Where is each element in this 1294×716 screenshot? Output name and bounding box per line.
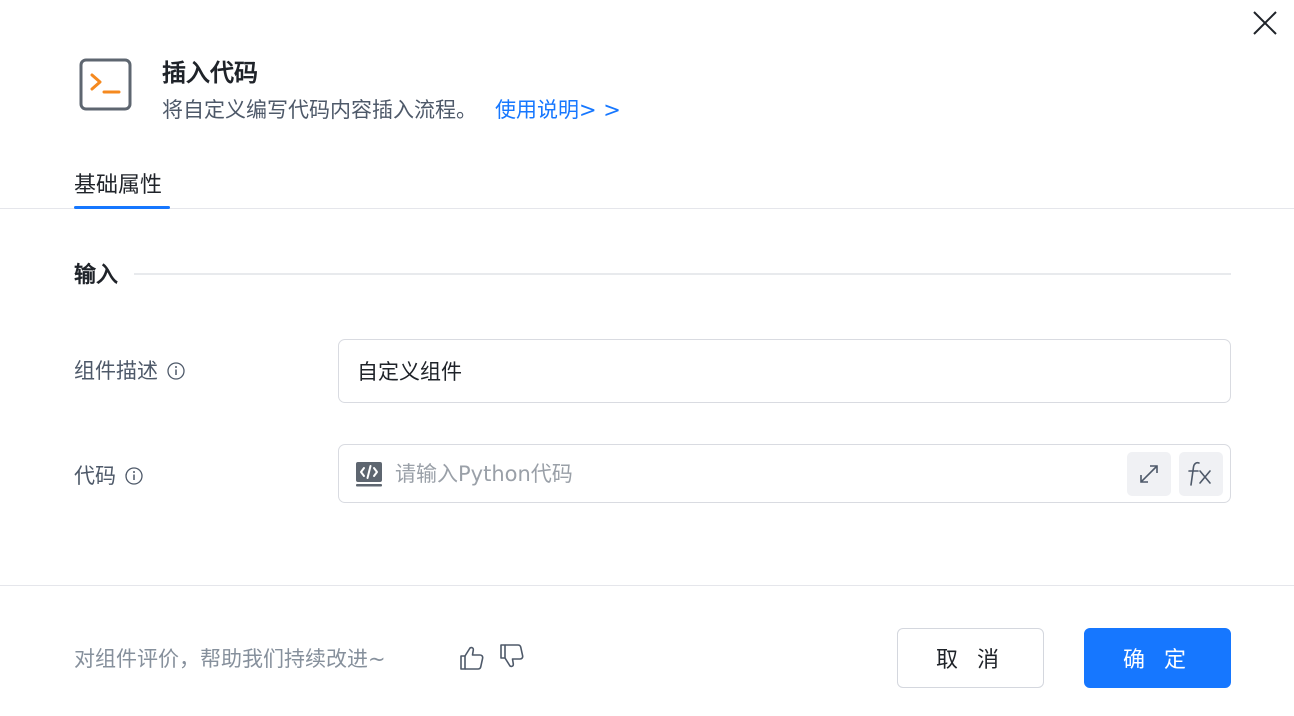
description-label-text: 组件描述 <box>74 359 158 383</box>
feedback-text: 对组件评价，帮助我们持续改进~ <box>74 647 386 671</box>
description-label: 组件描述 <box>74 356 186 386</box>
code-icon <box>355 460 383 488</box>
tab-basic-properties[interactable]: 基础属性 <box>74 168 162 204</box>
cancel-button[interactable]: 取 消 <box>897 628 1044 688</box>
tabs-divider <box>0 208 1294 209</box>
code-input-placeholder[interactable]: 请输入Python代码 <box>395 459 573 489</box>
fx-icon <box>1188 461 1211 486</box>
code-label-text: 代码 <box>74 464 116 488</box>
code-field[interactable]: 请输入Python代码 <box>338 444 1231 503</box>
section-title-input: 输入 <box>74 263 119 288</box>
info-icon[interactable] <box>166 361 186 381</box>
dialog-title: 插入代码 <box>162 59 258 87</box>
tab-active-indicator <box>74 206 170 209</box>
footer-divider <box>0 585 1294 586</box>
subtitle-text: 将自定义编写代码内容插入流程。 <box>162 98 477 122</box>
expand-button[interactable] <box>1127 452 1171 496</box>
close-button[interactable] <box>1250 8 1280 38</box>
close-icon <box>1253 11 1277 35</box>
info-icon[interactable] <box>124 466 144 486</box>
dialog-subtitle: 将自定义编写代码内容插入流程。 使用说明> > <box>162 94 621 126</box>
description-input[interactable] <box>339 340 1230 402</box>
description-field[interactable] <box>338 339 1231 403</box>
terminal-icon <box>79 58 132 111</box>
section-divider <box>134 273 1231 275</box>
thumbs-up-icon[interactable] <box>458 644 486 672</box>
fx-button[interactable] <box>1179 452 1223 496</box>
expand-icon <box>1140 465 1158 483</box>
thumbs-down-icon[interactable] <box>498 642 526 670</box>
confirm-button[interactable]: 确 定 <box>1084 628 1231 688</box>
help-link[interactable]: 使用说明> > <box>495 98 621 122</box>
code-label: 代码 <box>74 461 144 491</box>
